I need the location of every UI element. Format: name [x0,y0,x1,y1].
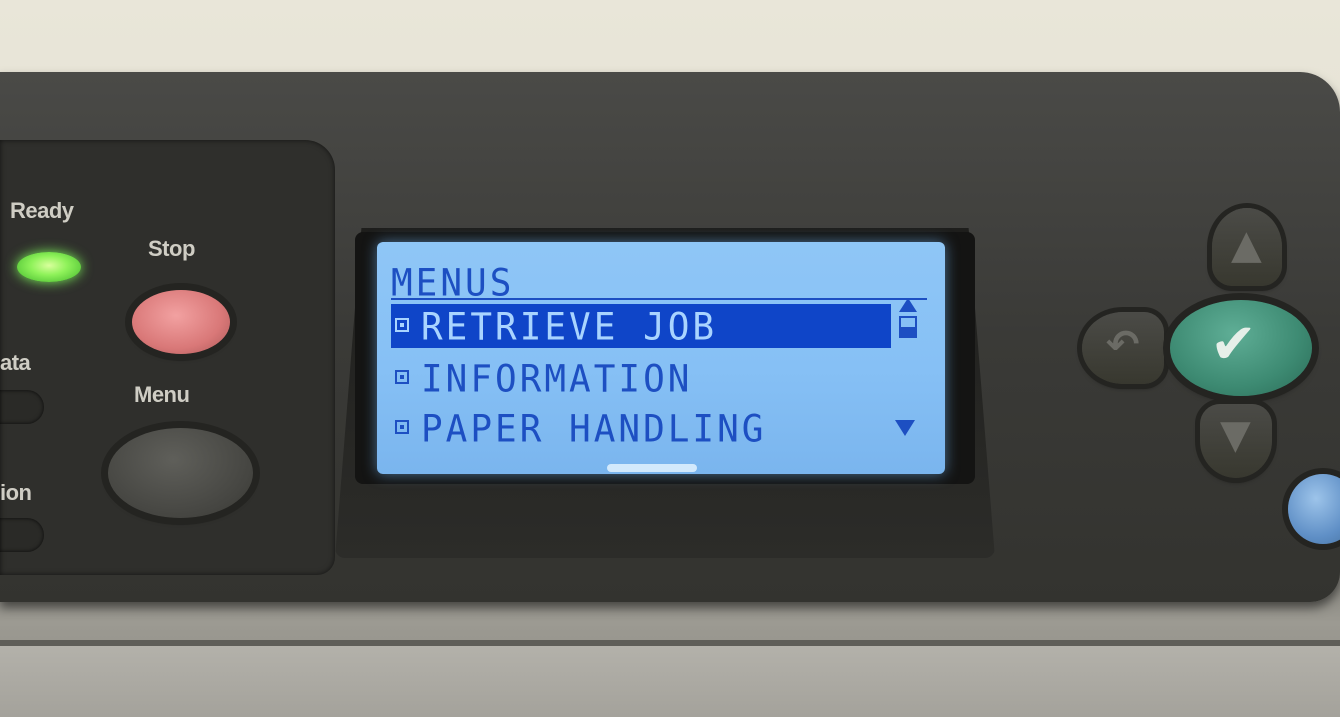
up-arrow-icon: ▲ [1231,222,1262,268]
stop-label: Stop [148,236,195,261]
select-checkmark-button[interactable]: ✔ [1170,300,1312,396]
menu-item-label: PAPER HANDLING [421,408,767,452]
printer-photo: Ready Stop ata Menu ion MENUS RETRIEVE J… [0,0,1340,717]
scroll-down-icon [895,420,915,436]
data-label: ata [0,350,31,375]
back-button[interactable]: ↶ [1082,312,1164,384]
menu-folder-icon [395,420,409,434]
menu-item-label: INFORMATION [421,358,693,402]
menu-folder-icon [395,318,409,332]
scroll-up-icon [899,298,917,312]
menu-item-retrieve-job[interactable]: RETRIEVE JOB [391,304,891,350]
back-arrow-icon: ↶ [1106,322,1140,368]
down-arrow-icon: ▼ [1220,412,1251,458]
menu-button[interactable] [108,428,253,518]
ready-label: Ready [10,198,74,223]
stop-button[interactable] [132,290,230,354]
data-led [0,390,44,424]
checkmark-icon: ✔ [1210,312,1257,377]
menu-label: Menu [134,382,190,407]
attention-led [0,518,44,552]
menu-item-paper-handling[interactable]: PAPER HANDLING [391,406,891,452]
scrollbar-thumb [899,316,917,338]
up-arrow-button[interactable]: ▲ [1212,208,1282,286]
menu-item-information[interactable]: INFORMATION [391,356,891,402]
menu-folder-icon [395,370,409,384]
ready-led [17,252,81,282]
lcd-screen: MENUS RETRIEVE JOB INFORMATION PAPER HAN… [377,242,945,474]
menu-item-label: RETRIEVE JOB [421,306,718,350]
attention-label: ion [0,480,32,505]
down-arrow-button[interactable]: ▼ [1200,404,1272,478]
paper-tray [0,646,1340,717]
title-divider [391,298,927,300]
lcd-backlight-glare [607,464,697,472]
